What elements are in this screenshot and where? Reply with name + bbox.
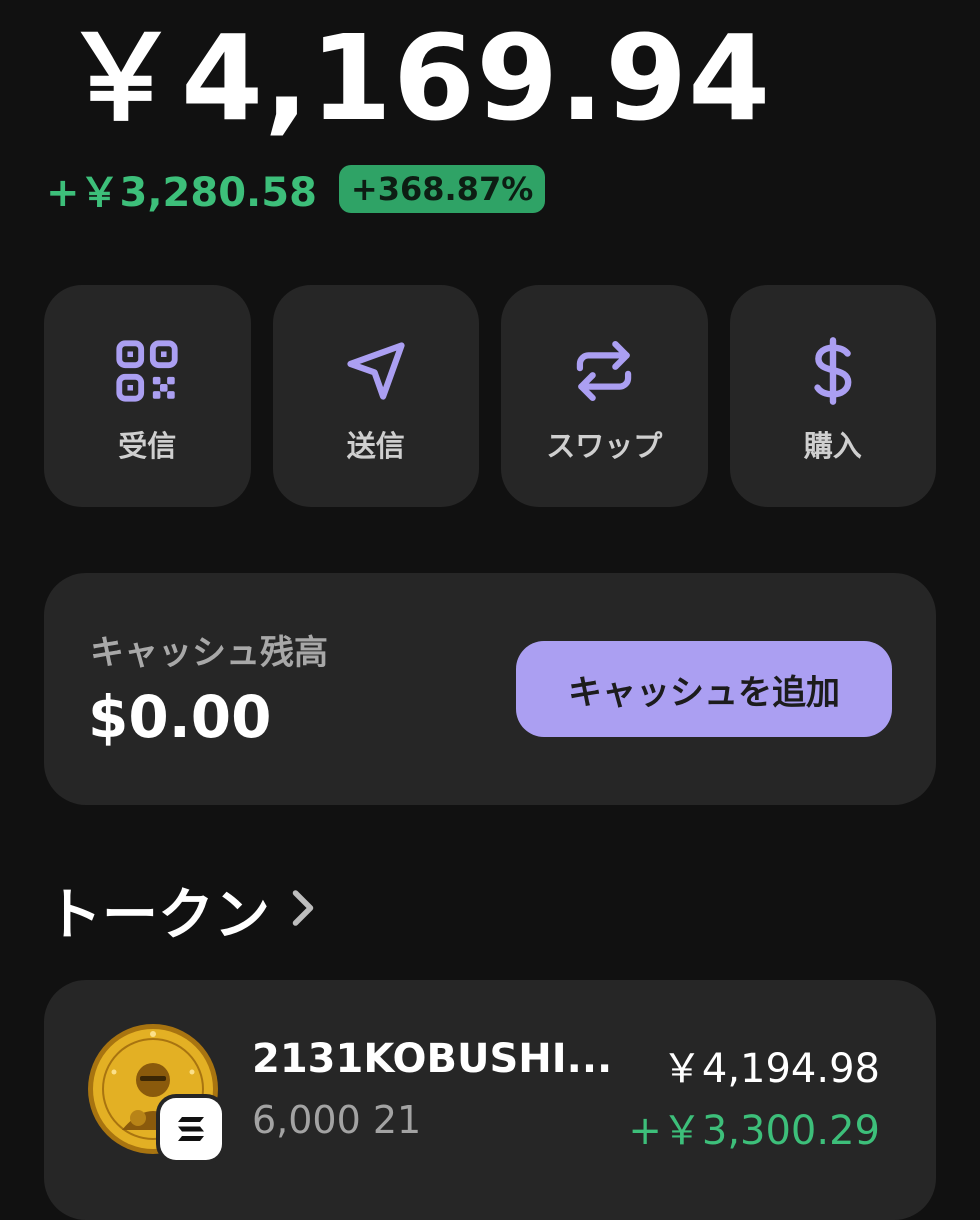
swap-icon bbox=[568, 335, 640, 407]
swap-label: スワップ bbox=[546, 429, 663, 463]
qr-code-icon bbox=[111, 335, 183, 407]
balance-change-row: +￥3,280.58 +368.87% bbox=[46, 162, 546, 216]
solana-icon bbox=[160, 1098, 222, 1160]
cash-balance-value: $0.00 bbox=[88, 683, 272, 751]
token-amount: 6,000 21 bbox=[252, 1098, 422, 1142]
receive-label: 受信 bbox=[118, 429, 177, 463]
token-name: 2131KOBUSHI... bbox=[252, 1036, 613, 1082]
cash-balance-title: キャッシュ残高 bbox=[90, 633, 328, 673]
chevron-right-icon bbox=[288, 888, 318, 932]
swap-button[interactable]: スワップ bbox=[501, 285, 708, 507]
send-label: 送信 bbox=[346, 429, 405, 463]
token-change: +￥3,300.29 bbox=[628, 1108, 880, 1154]
total-balance: ￥4,169.94 bbox=[62, 9, 772, 147]
buy-button[interactable]: 購入 bbox=[729, 285, 936, 507]
tokens-section-header[interactable]: トークン bbox=[46, 870, 318, 950]
token-row[interactable]: 2131KOBUSHI... 6,000 21 ￥4,194.98 +￥3,30… bbox=[44, 980, 936, 1220]
send-icon bbox=[340, 335, 412, 407]
tokens-section-title: トークン bbox=[46, 882, 270, 948]
receive-button[interactable]: 受信 bbox=[44, 285, 251, 507]
dollar-icon bbox=[797, 335, 869, 407]
buy-label: 購入 bbox=[803, 429, 862, 463]
quick-actions: 受信 送信 スワップ 購入 bbox=[44, 285, 936, 507]
add-cash-button[interactable]: キャッシュを追加 bbox=[516, 641, 892, 737]
balance-change-percent-badge: +368.87% bbox=[338, 165, 546, 213]
send-button[interactable]: 送信 bbox=[272, 285, 479, 507]
token-value: ￥4,194.98 bbox=[661, 1046, 880, 1092]
balance-change-amount: +￥3,280.58 bbox=[46, 170, 317, 216]
cash-balance-card: キャッシュ残高 $0.00 キャッシュを追加 bbox=[44, 573, 936, 805]
